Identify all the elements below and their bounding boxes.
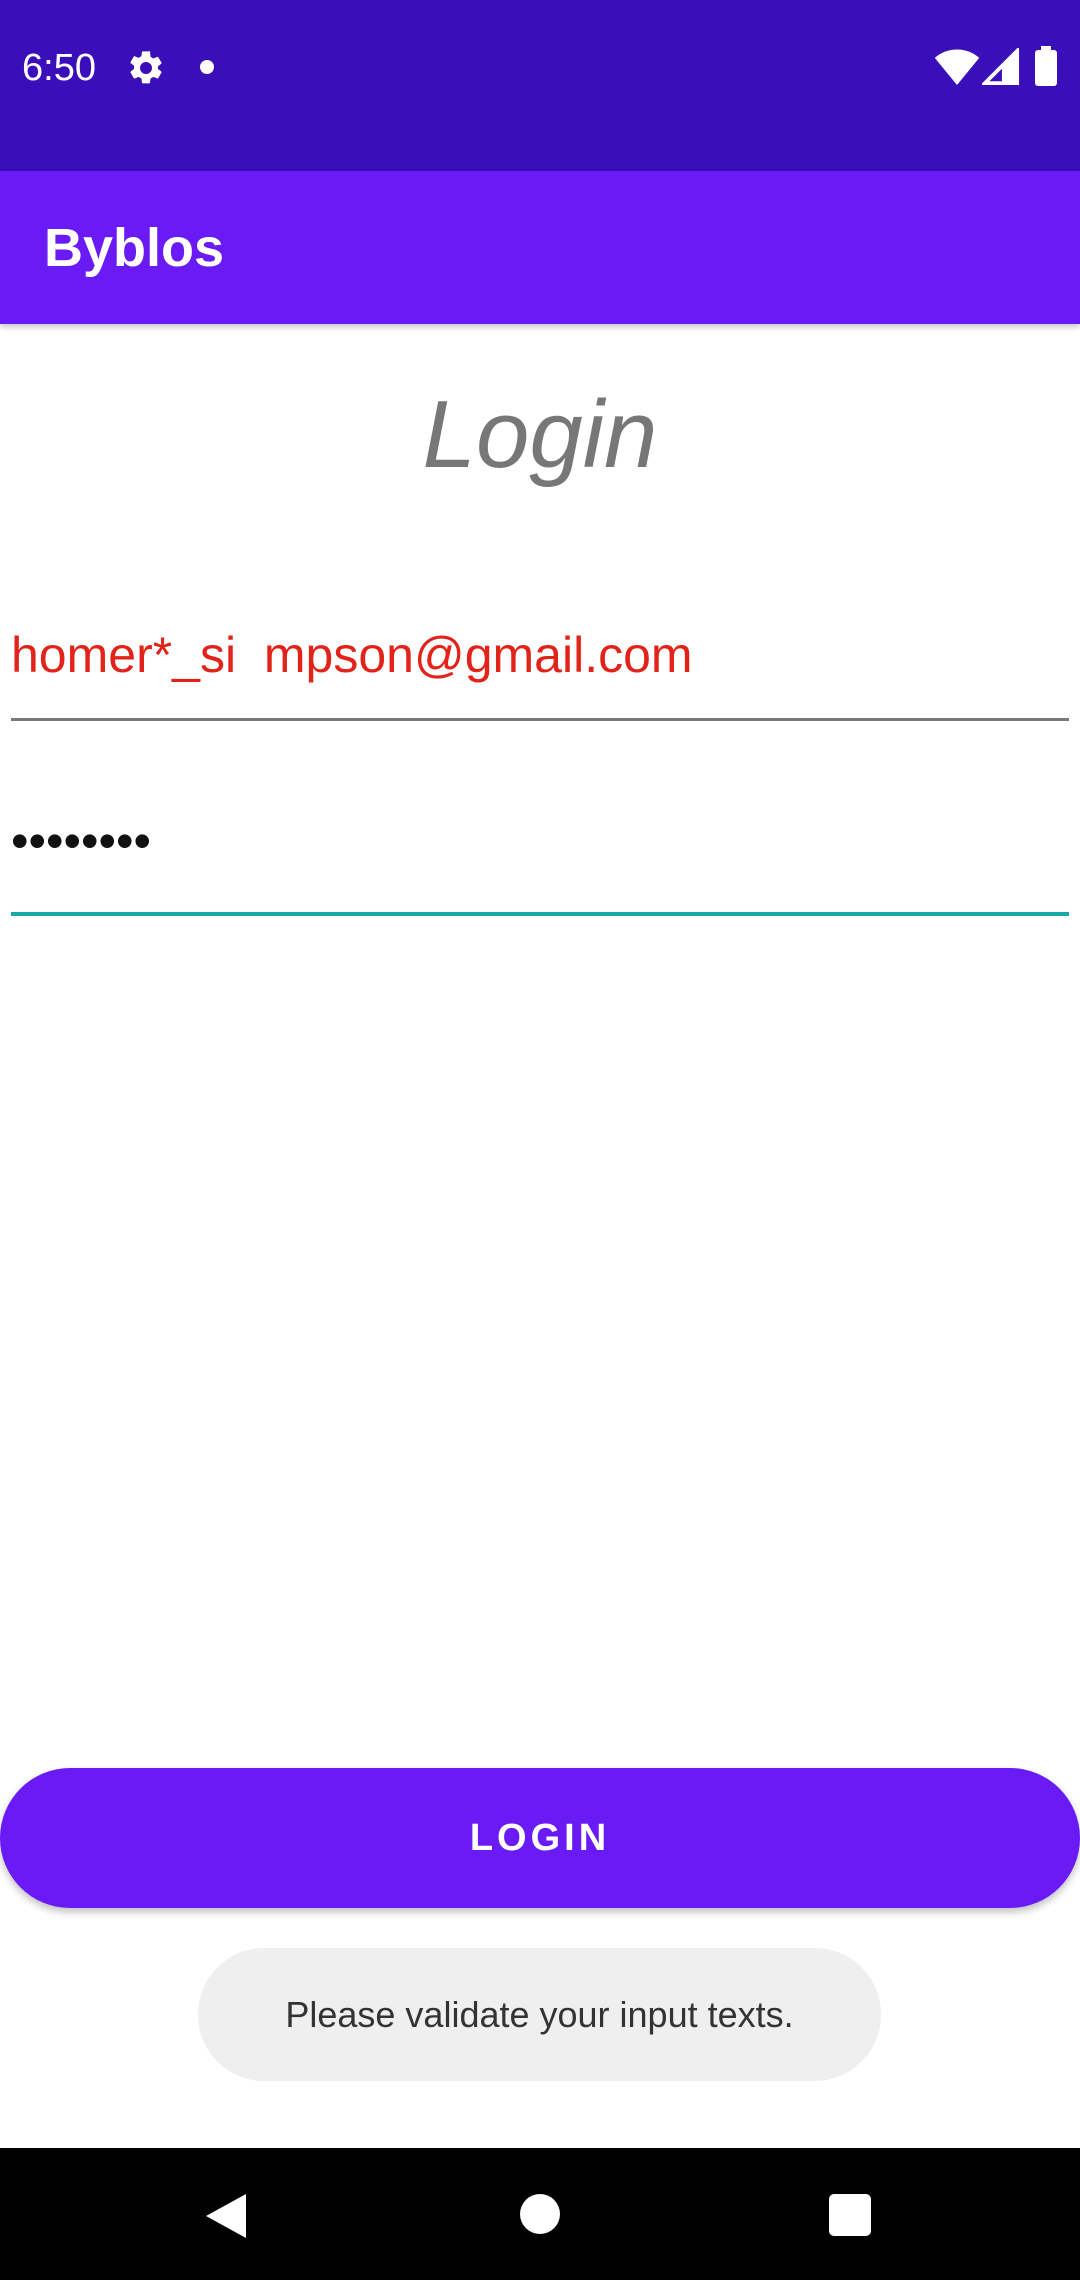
toast: Please validate your input texts.: [198, 1948, 881, 2081]
cell-signal-icon: [982, 48, 1020, 86]
app-title: Byblos: [44, 218, 225, 278]
home-icon[interactable]: [520, 2194, 560, 2234]
recents-icon[interactable]: [829, 2194, 871, 2236]
login-heading: Login: [422, 381, 658, 488]
wifi-icon: [934, 49, 980, 86]
app-bar: Byblos: [0, 171, 1080, 324]
password-field[interactable]: ••••••••: [11, 800, 1069, 916]
gear-icon: [130, 51, 162, 84]
login-button[interactable]: LOGIN: [0, 1768, 1080, 1908]
status-time: 6:50: [22, 47, 96, 89]
email-field[interactable]: homer*_si mpson@gmail.com: [11, 610, 1069, 721]
status-bar: 6:50: [0, 0, 1080, 171]
toast-message: Please validate your input texts.: [285, 1993, 794, 2035]
back-icon[interactable]: [204, 2192, 248, 2240]
navigation-bar: [0, 2148, 1080, 2280]
notification-dot-icon: [200, 60, 214, 74]
battery-icon: [1035, 46, 1057, 86]
email-input-value[interactable]: homer*_si mpson@gmail.com: [11, 624, 693, 686]
login-button-label: LOGIN: [469, 1816, 611, 1859]
password-input-value[interactable]: ••••••••: [11, 810, 151, 872]
